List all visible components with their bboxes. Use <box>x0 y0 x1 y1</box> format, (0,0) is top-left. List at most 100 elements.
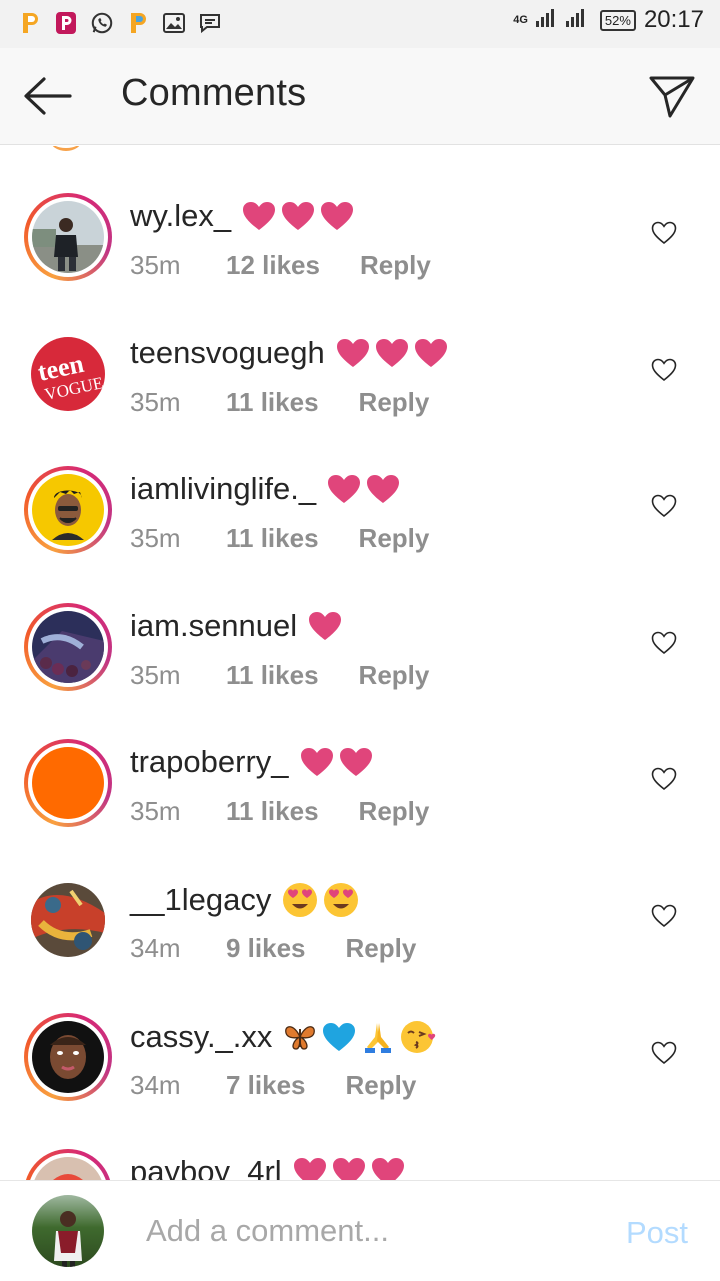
pink-heart-icon <box>367 475 400 503</box>
comment-time: 35m <box>130 523 181 553</box>
comment-row: iamlivinglife._ 35m 11 likes Reply <box>0 419 720 555</box>
avatar[interactable]: teen VOGUE <box>31 337 105 411</box>
back-arrow-icon <box>24 77 72 115</box>
comment-input[interactable] <box>146 1209 586 1253</box>
share-button[interactable] <box>648 72 696 120</box>
heart-outline-icon[interactable] <box>651 221 677 245</box>
avatar-image <box>32 747 104 819</box>
comment-meta: 35m 11 likes Reply <box>130 796 429 827</box>
pink-heart-icon <box>375 339 408 367</box>
username[interactable]: trapoberry_ <box>130 744 289 780</box>
pink-heart-icon <box>293 1158 326 1180</box>
post-button[interactable]: Post <box>626 1215 688 1251</box>
back-button[interactable] <box>22 76 74 116</box>
comment-username-line: teensvoguegh <box>130 335 449 371</box>
send-icon <box>649 76 695 118</box>
username[interactable]: wy.lex_ <box>130 198 231 234</box>
avatar[interactable] <box>24 466 112 554</box>
comment-meta: 34m 9 likes Reply <box>130 933 416 964</box>
comment-meta: 35m 11 likes Reply <box>130 660 429 691</box>
comment-row: teen VOGUE teensvoguegh 35m 11 likes Reply <box>0 283 720 419</box>
reply-button[interactable]: Reply <box>359 796 430 827</box>
avatar[interactable] <box>31 883 105 957</box>
avatar[interactable] <box>24 193 112 281</box>
comment-row: payboy_4rl <box>0 1102 720 1180</box>
avatar-image: teenVOGUE <box>31 337 105 411</box>
comment-emojis <box>307 610 343 642</box>
comments-header: Comments <box>0 48 720 145</box>
comment-time: 35m <box>130 387 181 417</box>
status-right: 4G 52% 20:17 <box>513 6 704 34</box>
like-count[interactable]: 12 likes <box>226 250 320 281</box>
comment-time: 34m <box>130 1070 181 1100</box>
like-count[interactable]: 7 likes <box>226 1070 306 1101</box>
page-title: Comments <box>121 72 307 114</box>
comment-username-line: wy.lex_ <box>130 198 355 234</box>
like-count[interactable]: 11 likes <box>226 660 319 691</box>
butterfly-icon <box>285 1026 316 1050</box>
gallery-icon <box>162 10 186 36</box>
avatar[interactable] <box>24 603 112 691</box>
pink-heart-icon <box>328 475 361 503</box>
like-count[interactable]: 9 likes <box>226 933 306 964</box>
folded-hands-icon <box>365 1023 392 1053</box>
username[interactable]: __1legacy <box>130 882 271 918</box>
heart-outline-icon[interactable] <box>651 904 677 928</box>
comment-emojis <box>292 1156 406 1180</box>
reply-button[interactable]: Reply <box>360 250 431 281</box>
pink-heart-icon <box>243 202 276 230</box>
heart-outline-icon[interactable] <box>651 631 677 655</box>
comment-meta: 35m 11 likes Reply <box>130 523 429 554</box>
pinterest-icon <box>126 10 150 36</box>
comment-emojis <box>281 881 360 919</box>
comment-username-line: cassy._.xx <box>130 1018 439 1056</box>
heart-outline-icon[interactable] <box>651 494 677 518</box>
pink-heart-icon <box>309 612 342 640</box>
comment-emojis <box>241 200 355 232</box>
comment-username-line: iam.sennuel <box>130 608 343 644</box>
comment-meta: 35m 11 likes Reply <box>130 387 429 418</box>
comment-emojis <box>326 473 401 505</box>
username[interactable]: iam.sennuel <box>130 608 297 644</box>
pink-heart-icon <box>282 202 315 230</box>
comment-meta: 35m 12 likes Reply <box>130 250 431 281</box>
username[interactable]: iamlivinglife._ <box>130 471 316 507</box>
heart-outline-icon[interactable] <box>651 767 677 791</box>
like-count[interactable]: 11 likes <box>226 387 319 418</box>
heart-outline-icon[interactable] <box>651 1041 677 1065</box>
username[interactable]: teensvoguegh <box>130 335 325 371</box>
avatar-image <box>32 201 104 273</box>
comment-emojis <box>299 746 374 778</box>
pinterest-icon <box>18 10 42 36</box>
reply-button[interactable]: Reply <box>359 387 430 418</box>
reply-button[interactable]: Reply <box>346 933 417 964</box>
clock: 20:17 <box>643 6 704 33</box>
username[interactable]: payboy_4rl <box>130 1154 282 1180</box>
heart-eyes-face-icon <box>283 883 318 917</box>
pink-heart-icon <box>300 748 333 776</box>
kissing-face-icon <box>401 1021 436 1053</box>
avatar[interactable] <box>24 1149 112 1180</box>
reply-button[interactable]: Reply <box>346 1070 417 1101</box>
comment-time: 35m <box>130 796 181 826</box>
pink-heart-icon <box>339 748 372 776</box>
avatar-image <box>32 474 104 546</box>
comment-row: __1legacy 34m 9 likes Reply <box>0 829 720 965</box>
p-app-icon <box>54 10 78 36</box>
reply-button[interactable]: Reply <box>359 523 430 554</box>
heart-outline-icon[interactable] <box>651 358 677 382</box>
like-count[interactable]: 11 likes <box>226 796 319 827</box>
comments-list[interactable]: wy.lex_ 35m 12 likes Reply teen VOGUE teens… <box>0 146 720 1180</box>
like-count[interactable]: 11 likes <box>226 523 319 554</box>
whatsapp-icon <box>90 10 114 36</box>
avatar[interactable] <box>24 1013 112 1101</box>
username[interactable]: cassy._.xx <box>130 1019 272 1055</box>
notification-icons <box>18 10 222 36</box>
avatar[interactable] <box>24 739 112 827</box>
comment-meta: 34m 7 likes Reply <box>130 1070 416 1101</box>
network-type: 4G <box>513 14 528 26</box>
comment-username-line: payboy_4rl <box>130 1154 406 1180</box>
status-bar: 4G 52% 20:17 <box>0 0 720 48</box>
comment-composer: Post <box>0 1180 720 1281</box>
reply-button[interactable]: Reply <box>359 660 430 691</box>
